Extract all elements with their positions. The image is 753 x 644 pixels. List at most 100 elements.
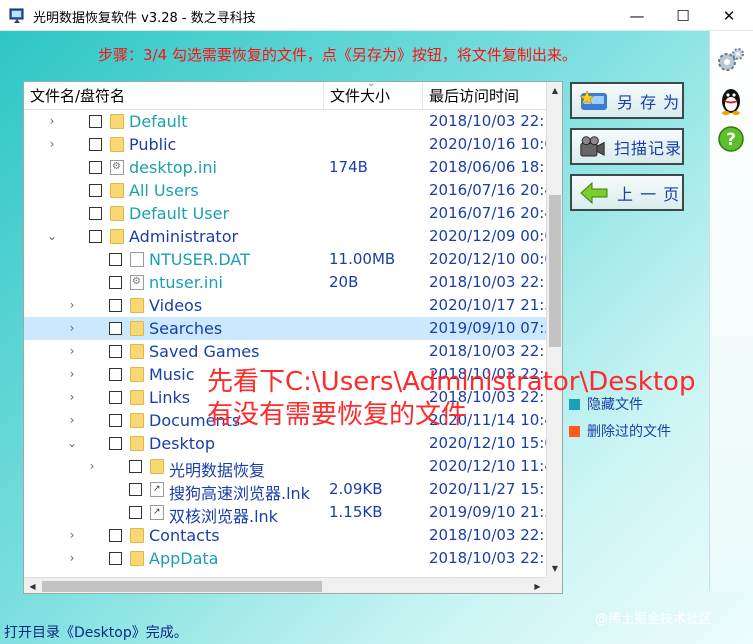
row-time: 2016/07/16 20:4 [429, 181, 546, 199]
column-header-time[interactable]: 最后访问时间 [423, 82, 546, 110]
app-icon [9, 8, 24, 23]
tree-row[interactable]: › Default 2018/10/03 22:1 [24, 110, 546, 133]
folder-icon [110, 137, 124, 152]
scroll-up-icon[interactable]: ▲ [547, 82, 562, 99]
column-header-name[interactable]: 文件名/盘符名 [24, 82, 324, 110]
scroll-left-icon[interactable]: ◀ [24, 578, 41, 593]
row-name: AppData [149, 549, 219, 568]
row-checkbox[interactable] [89, 138, 102, 151]
tree-row[interactable]: › AppData 2018/10/03 22:1 [24, 547, 546, 570]
vertical-scrollbar[interactable]: ▲ ▼ [546, 82, 562, 577]
tree-row[interactable]: 搜狗高速浏览器.lnk2.09KB2020/11/27 15:1 [24, 478, 546, 503]
collapse-chevron-icon[interactable]: ⌄ [46, 229, 58, 243]
row-checkbox[interactable] [109, 253, 122, 266]
tree-row[interactable]: ⌄ Desktop 2020/12/10 15:0 [24, 432, 546, 455]
tree-row[interactable]: desktop.ini 174B 2018/06/06 18:1 [24, 156, 546, 179]
scroll-right-icon[interactable]: ▶ [529, 578, 546, 593]
row-time: 2018/06/06 18:1 [429, 158, 546, 176]
shortcut-file-icon [150, 482, 164, 497]
row-time: 2019/09/10 21:5 [429, 503, 546, 521]
row-name: Saved Games [149, 342, 260, 361]
vertical-scroll-thumb[interactable] [549, 195, 561, 347]
expand-chevron-icon[interactable]: › [66, 321, 78, 335]
save-as-button[interactable]: 另 存 为 [570, 82, 684, 119]
help-icon[interactable]: ? [716, 124, 746, 154]
tree-row[interactable]: 双核浏览器.lnk1.15KB2019/09/10 21:5 [24, 501, 546, 526]
qq-penguin-icon[interactable] [716, 86, 746, 116]
row-name: Searches [149, 319, 223, 338]
row-checkbox[interactable] [89, 161, 102, 174]
horizontal-scroll-thumb[interactable] [42, 581, 322, 592]
settings-gears-icon[interactable] [716, 45, 746, 75]
expand-chevron-icon[interactable]: › [66, 551, 78, 565]
row-checkbox[interactable] [89, 230, 102, 243]
folder-icon [150, 459, 164, 474]
scan-log-button[interactable]: 扫描记录 [570, 128, 684, 165]
horizontal-scrollbar[interactable]: ◀ ▶ [24, 577, 546, 593]
expand-chevron-icon[interactable]: › [86, 459, 98, 473]
tree-row[interactable]: NTUSER.DAT 11.00MB 2020/12/10 00:0 [24, 248, 546, 271]
tree-row[interactable]: ⌄ Administrator 2020/12/09 00:0 [24, 225, 546, 248]
row-checkbox[interactable] [89, 207, 102, 220]
svg-text:?: ? [726, 130, 736, 150]
minimize-button[interactable]: — [614, 0, 660, 31]
row-time: 2018/10/03 22:1 [429, 549, 546, 567]
expand-chevron-icon[interactable]: › [66, 528, 78, 542]
maximize-button[interactable]: ☐ [660, 0, 706, 31]
row-checkbox[interactable] [109, 437, 122, 450]
row-checkbox[interactable] [89, 184, 102, 197]
row-checkbox[interactable] [109, 368, 122, 381]
row-size: 1.15KB [329, 503, 383, 521]
folder-icon [130, 298, 144, 313]
tree-row[interactable]: › 光明数据恢复 2020/12/10 11:4 [24, 455, 546, 480]
tree-row[interactable]: ntuser.ini 20B 2018/10/03 22:1 [24, 271, 546, 294]
previous-page-button[interactable]: 上 一 页 [570, 174, 684, 211]
tree-row[interactable]: › Saved Games 2018/10/03 22:1 [24, 340, 546, 363]
row-checkbox[interactable] [109, 276, 122, 289]
sort-caret-icon: ⌄ [367, 82, 376, 89]
expand-chevron-icon[interactable]: › [66, 390, 78, 404]
tree-row[interactable]: › Public 2020/10/16 10:0 [24, 133, 546, 156]
row-checkbox[interactable] [89, 115, 102, 128]
save-as-icon [579, 89, 607, 110]
scroll-down-icon[interactable]: ▼ [547, 560, 562, 577]
expand-chevron-icon[interactable]: › [66, 413, 78, 427]
row-size: 11.00MB [329, 250, 396, 268]
tree-row[interactable]: › Contacts 2018/10/03 22:1 [24, 524, 546, 547]
folder-icon [130, 321, 144, 336]
row-name: Music [149, 365, 195, 384]
row-checkbox[interactable] [109, 322, 122, 335]
close-button[interactable]: ✕ [706, 0, 752, 31]
row-checkbox[interactable] [129, 506, 142, 519]
row-name: Contacts [149, 526, 220, 545]
back-arrow-icon [580, 181, 608, 204]
tree-row[interactable]: All Users 2016/07/16 20:4 [24, 179, 546, 202]
expand-chevron-icon[interactable]: › [66, 344, 78, 358]
collapse-chevron-icon[interactable]: ⌄ [66, 436, 78, 450]
row-checkbox[interactable] [109, 299, 122, 312]
row-checkbox[interactable] [129, 483, 142, 496]
row-name: Administrator [129, 227, 239, 246]
tree-header: 文件名/盘符名 文件大小 最后访问时间 ⌄ [24, 82, 546, 110]
expand-chevron-icon[interactable]: › [66, 367, 78, 381]
expand-chevron-icon[interactable]: › [66, 298, 78, 312]
file-tree[interactable]: 文件名/盘符名 文件大小 最后访问时间 ⌄ › Default 2018/10/03… [23, 81, 563, 594]
tool-strip: ? [709, 31, 753, 591]
row-checkbox[interactable] [109, 529, 122, 542]
row-name: Desktop [149, 434, 215, 453]
expand-chevron-icon[interactable]: › [46, 114, 58, 128]
row-checkbox[interactable] [129, 460, 142, 473]
tree-row[interactable]: › Videos 2020/10/17 21:5 [24, 294, 546, 317]
status-text: 打开目录《Desktop》完成。 [4, 625, 188, 641]
row-checkbox[interactable] [109, 414, 122, 427]
tree-row[interactable]: Default User 2016/07/16 20:4 [24, 202, 546, 225]
row-checkbox[interactable] [109, 391, 122, 404]
watermark: @稀土掘金技术社区 [595, 612, 713, 627]
settings-file-icon [130, 275, 144, 290]
row-checkbox[interactable] [109, 345, 122, 358]
title-bar: 光明数据恢复软件 v3.28 - 数之寻科技 — ☐ ✕ [0, 0, 753, 31]
expand-chevron-icon[interactable]: › [46, 137, 58, 151]
tutorial-annotation: 先看下C:\Users\Administrator\Desktop 有没有需要恢… [207, 366, 695, 432]
tree-row[interactable]: › Searches 2019/09/10 07:3 [24, 317, 546, 340]
row-checkbox[interactable] [109, 552, 122, 565]
